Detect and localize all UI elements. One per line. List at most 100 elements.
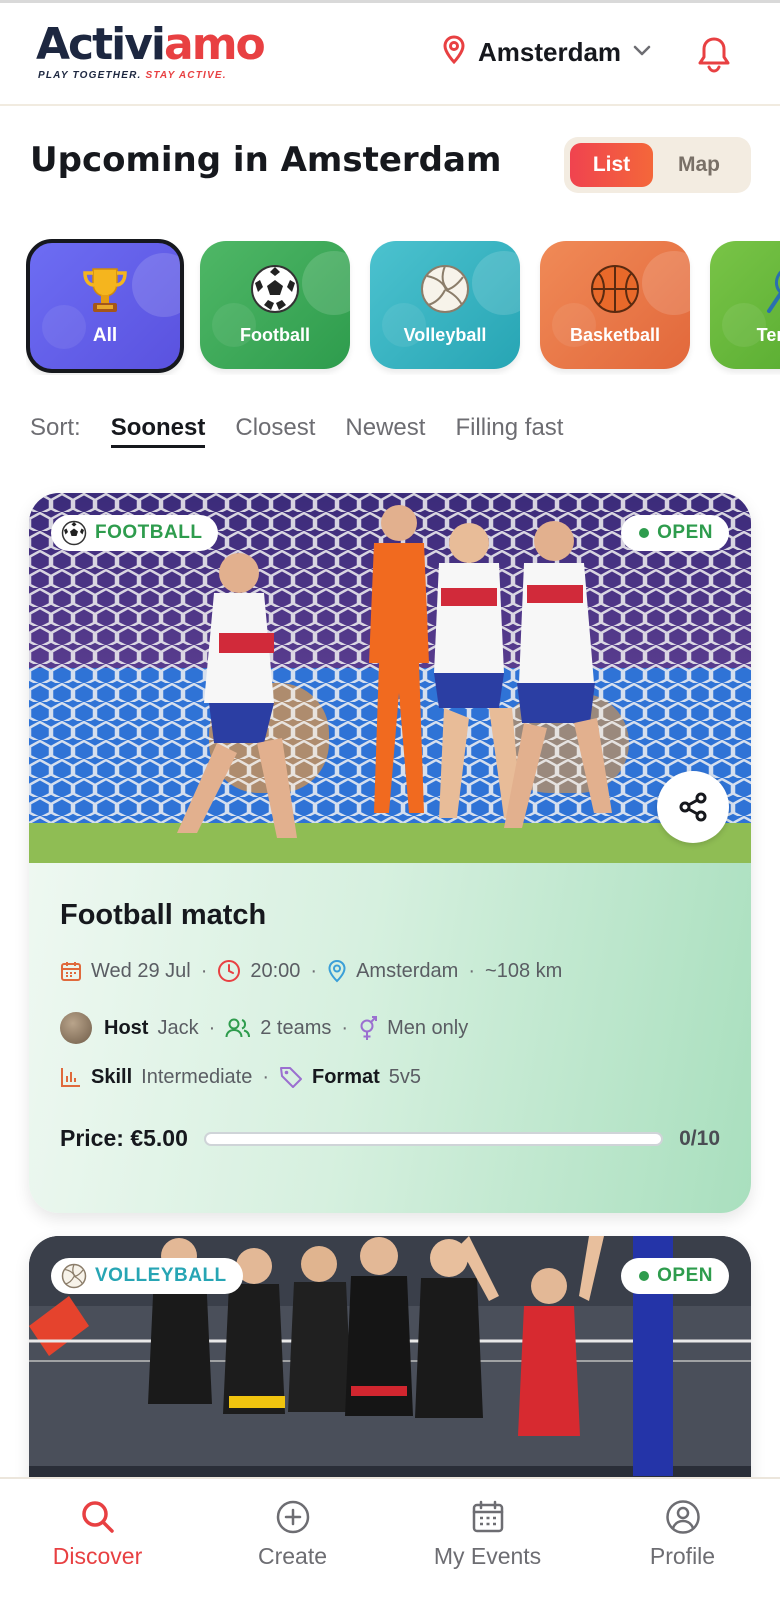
event-title: Football match bbox=[60, 899, 267, 931]
price-row: Price: €5.00 0/10 bbox=[60, 1125, 720, 1152]
logo-part-1: Activi bbox=[36, 19, 166, 70]
event-card[interactable]: FOOTBALL OPEN Football match Wed 29 Jul … bbox=[29, 493, 751, 1213]
tennis-icon bbox=[767, 265, 780, 313]
sport-chip: FOOTBALL bbox=[51, 515, 219, 551]
soccer-ball-icon bbox=[61, 520, 87, 546]
share-icon bbox=[679, 792, 707, 822]
clock-icon bbox=[217, 959, 241, 983]
volleyball-icon bbox=[61, 1263, 87, 1289]
volleyball-icon bbox=[421, 265, 469, 313]
avatar bbox=[60, 1012, 92, 1044]
tagline-part-2: STAY ACTIVE. bbox=[145, 70, 227, 81]
location-name: Amsterdam bbox=[478, 37, 622, 67]
bottom-navigation: Discover Create My Events Profile bbox=[0, 1477, 780, 1597]
gender-restriction: Men only bbox=[387, 1016, 469, 1039]
decor-bubble bbox=[472, 251, 520, 315]
chevron-down-icon bbox=[633, 44, 651, 62]
separator-dot: · bbox=[310, 959, 318, 982]
trophy-icon bbox=[83, 268, 127, 312]
sort-option-soonest[interactable]: Soonest bbox=[110, 414, 206, 448]
view-toggle: List Map bbox=[564, 137, 751, 193]
event-meta-skill: Skill Intermediate · Format 5v5 bbox=[60, 1065, 421, 1089]
category-volleyball[interactable]: Volleyball bbox=[370, 241, 520, 369]
event-date: Wed 29 Jul bbox=[91, 959, 191, 982]
app-header: Activiamo PLAY TOGETHER. STAY ACTIVE. Am… bbox=[0, 3, 780, 106]
status-badge: OPEN bbox=[621, 1258, 729, 1294]
nav-profile[interactable]: Profile bbox=[585, 1479, 780, 1597]
user-circle-icon bbox=[665, 1500, 700, 1534]
host-name: Jack bbox=[157, 1016, 199, 1039]
tag-icon bbox=[279, 1065, 303, 1089]
nav-create[interactable]: Create bbox=[195, 1479, 390, 1597]
decor-bubble bbox=[132, 253, 180, 317]
sort-option-newest[interactable]: Newest bbox=[345, 414, 425, 442]
status-dot bbox=[639, 1271, 650, 1281]
status-badge: OPEN bbox=[621, 515, 729, 551]
logo-part-2: amo bbox=[164, 19, 266, 70]
skill-label: Skill bbox=[91, 1065, 133, 1088]
format-label: Format bbox=[311, 1065, 380, 1088]
location-pin-icon bbox=[327, 959, 347, 983]
map-view-button[interactable]: Map bbox=[653, 143, 745, 187]
event-meta-host: Host Jack · 2 teams · Men only bbox=[60, 1012, 468, 1044]
category-football[interactable]: Football bbox=[200, 241, 350, 369]
status-label: OPEN bbox=[657, 522, 713, 543]
nav-label: Create bbox=[257, 1543, 328, 1569]
category-label: Football bbox=[240, 325, 310, 345]
category-carousel[interactable]: All Football Volleyball Basketball Te bbox=[26, 239, 780, 375]
location-pin-icon bbox=[442, 35, 466, 70]
gender-icon bbox=[358, 1015, 378, 1041]
event-distance: ~108 km bbox=[485, 959, 563, 982]
nav-label: Discover bbox=[52, 1543, 143, 1569]
sport-chip: VOLLEYBALL bbox=[51, 1258, 243, 1294]
list-view-button[interactable]: List bbox=[570, 143, 653, 187]
nav-label: My Events bbox=[433, 1543, 542, 1569]
skill-value: Intermediate bbox=[141, 1065, 253, 1088]
decor-bubble bbox=[302, 251, 350, 315]
page-title: Upcoming in Amsterdam bbox=[30, 140, 502, 180]
separator-dot: · bbox=[341, 1016, 349, 1039]
host-label: Host bbox=[104, 1016, 149, 1039]
location-selector[interactable]: Amsterdam bbox=[442, 35, 651, 70]
app-logo[interactable]: Activiamo PLAY TOGETHER. STAY ACTIVE. bbox=[36, 19, 266, 82]
event-time: 20:00 bbox=[250, 959, 301, 982]
plus-circle-icon bbox=[276, 1500, 309, 1534]
soccer-ball-icon bbox=[251, 265, 299, 313]
category-label: Basketball bbox=[569, 325, 661, 345]
sort-option-closest[interactable]: Closest bbox=[235, 414, 315, 442]
sport-chip-label: FOOTBALL bbox=[95, 522, 203, 543]
separator-dot: · bbox=[468, 959, 476, 982]
basketball-icon bbox=[591, 265, 639, 313]
nav-label: Profile bbox=[649, 1543, 716, 1569]
format-value: 5v5 bbox=[388, 1065, 422, 1088]
sort-option-filling-fast[interactable]: Filling fast bbox=[455, 414, 563, 442]
nav-discover[interactable]: Discover bbox=[0, 1479, 195, 1597]
tagline-part-1: PLAY TOGETHER. bbox=[38, 70, 142, 81]
bar-chart-icon bbox=[60, 1066, 82, 1088]
nav-my-events[interactable]: My Events bbox=[390, 1479, 585, 1597]
event-details: Football match Wed 29 Jul · 20:00 · Amst… bbox=[29, 863, 751, 1213]
teams-count: 2 teams bbox=[260, 1016, 332, 1039]
sort-label: Sort: bbox=[30, 414, 81, 441]
bell-icon[interactable] bbox=[697, 35, 731, 73]
capacity-progress-bar bbox=[203, 1131, 664, 1146]
separator-dot: · bbox=[200, 959, 208, 982]
category-label: Volleyball bbox=[403, 325, 487, 345]
sort-bar: Sort: Soonest Closest Newest Filling fas… bbox=[30, 414, 593, 448]
sport-chip-label: VOLLEYBALL bbox=[95, 1265, 227, 1286]
calendar-icon bbox=[60, 960, 82, 982]
capacity-count: 0/10 bbox=[679, 1126, 720, 1150]
event-location: Amsterdam bbox=[356, 959, 459, 982]
logo-wordmark: Activiamo bbox=[36, 19, 266, 70]
logo-tagline: PLAY TOGETHER. STAY ACTIVE. bbox=[36, 70, 264, 81]
decor-bubble bbox=[642, 251, 690, 315]
category-all[interactable]: All bbox=[26, 239, 184, 373]
event-meta-when-where: Wed 29 Jul · 20:00 · Amsterdam · ~108 km bbox=[60, 959, 562, 983]
event-photo: FOOTBALL OPEN bbox=[29, 493, 751, 863]
category-tennis[interactable]: Tennis bbox=[710, 241, 780, 369]
share-button[interactable] bbox=[657, 771, 729, 843]
category-basketball[interactable]: Basketball bbox=[540, 241, 690, 369]
status-label: OPEN bbox=[657, 1265, 713, 1286]
search-icon bbox=[81, 1501, 114, 1533]
status-dot bbox=[639, 528, 650, 538]
